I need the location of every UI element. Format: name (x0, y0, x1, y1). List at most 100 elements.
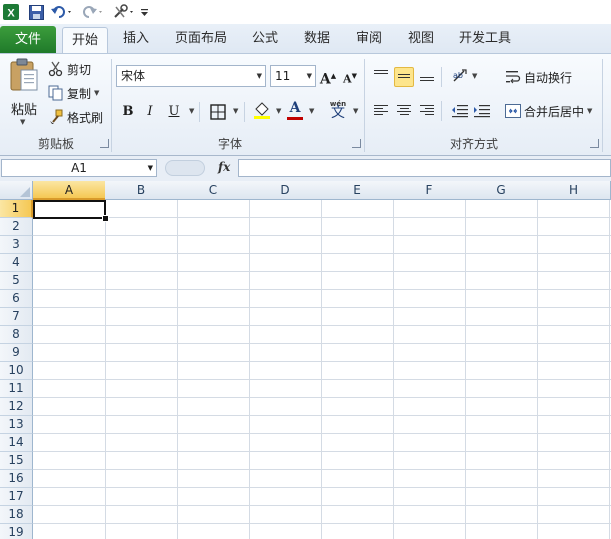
svg-text:ab: ab (453, 71, 463, 80)
orientation-button[interactable]: ab (450, 67, 470, 87)
font-name-combo[interactable]: 宋体 ▼ (116, 65, 266, 87)
row-header-6[interactable]: 6 (0, 290, 33, 308)
borders-button[interactable] (208, 102, 228, 122)
formula-input[interactable] (238, 159, 611, 177)
bold-button[interactable]: B (118, 102, 138, 122)
row-header-8[interactable]: 8 (0, 326, 33, 344)
align-center-button[interactable] (394, 101, 414, 121)
align-left-button[interactable] (371, 101, 391, 121)
italic-button[interactable]: I (140, 102, 160, 122)
save-icon[interactable] (27, 3, 45, 21)
row-header-1[interactable]: 1 (0, 200, 33, 218)
formula-splitter[interactable] (165, 160, 205, 176)
clipboard-launcher-icon[interactable] (100, 139, 109, 148)
row-header-17[interactable]: 17 (0, 488, 33, 506)
copy-dropdown-icon[interactable]: ▼ (94, 89, 99, 97)
column-header-d[interactable]: D (249, 181, 322, 200)
increase-indent-button[interactable] (472, 101, 492, 121)
tab-review[interactable]: 审阅 (348, 24, 390, 53)
gridline-horizontal (33, 343, 611, 344)
column-header-c[interactable]: C (177, 181, 250, 200)
row-header-19[interactable]: 19 (0, 524, 33, 539)
gridline-vertical (609, 200, 610, 539)
align-middle-button[interactable] (394, 67, 414, 87)
merge-center-dropdown-icon[interactable]: ▼ (587, 107, 592, 115)
row-header-15[interactable]: 15 (0, 452, 33, 470)
column-header-e[interactable]: E (321, 181, 394, 200)
row-header-5[interactable]: 5 (0, 272, 33, 290)
column-header-f[interactable]: F (393, 181, 466, 200)
tab-developer[interactable]: 开发工具 (452, 24, 518, 53)
column-header-h[interactable]: H (537, 181, 611, 200)
decrease-indent-button[interactable] (450, 101, 470, 121)
gridline-horizontal (33, 487, 611, 488)
align-divider-2 (441, 101, 442, 121)
row-header-2[interactable]: 2 (0, 218, 33, 236)
tab-home[interactable]: 开始 (62, 27, 108, 53)
tab-data[interactable]: 数据 (296, 24, 338, 53)
gridline-vertical (177, 200, 178, 539)
align-top-button[interactable] (371, 67, 391, 87)
font-divider-2 (244, 102, 245, 122)
phonetic-dropdown-icon[interactable]: ▼ (353, 107, 358, 115)
align-right-button[interactable] (417, 101, 437, 121)
row-header-18[interactable]: 18 (0, 506, 33, 524)
tab-file[interactable]: 文件 (0, 26, 56, 53)
format-painter-button[interactable]: 格式刷 (48, 107, 103, 127)
row-header-13[interactable]: 13 (0, 416, 33, 434)
underline-dropdown-icon[interactable]: ▼ (189, 107, 194, 115)
row-header-4[interactable]: 4 (0, 254, 33, 272)
font-color-dropdown-icon[interactable]: ▼ (309, 107, 314, 115)
worksheet-grid[interactable]: ABCDEFGH 1 2 3 4 5 6 7 8 9 10 11 12 13 14 15 16 17 18 19 (0, 181, 611, 539)
tab-insert[interactable]: 插入 (115, 24, 157, 53)
copy-button[interactable]: 复制 ▼ (48, 83, 99, 103)
row-header-11[interactable]: 11 (0, 380, 33, 398)
redo-icon[interactable] (80, 3, 106, 21)
undo-icon[interactable] (49, 3, 75, 21)
align-bottom-button[interactable] (417, 67, 437, 87)
wrap-text-button[interactable]: 自动换行 (505, 67, 572, 87)
row-header-14[interactable]: 14 (0, 434, 33, 452)
font-launcher-icon[interactable] (352, 139, 361, 148)
grow-font-button[interactable]: A▲ (318, 66, 338, 88)
font-color-icon: A (289, 100, 301, 116)
font-size-dropdown-icon[interactable]: ▼ (307, 66, 312, 86)
tab-page-layout[interactable]: 页面布局 (168, 24, 234, 53)
group-separator (364, 59, 365, 152)
customize-icon[interactable] (139, 3, 151, 21)
tools-icon[interactable] (111, 3, 137, 21)
orientation-dropdown-icon[interactable]: ▼ (472, 72, 477, 80)
select-all-corner[interactable] (0, 181, 33, 200)
alignment-launcher-icon[interactable] (590, 139, 599, 148)
column-header-b[interactable]: B (105, 181, 178, 200)
row-header-7[interactable]: 7 (0, 308, 33, 326)
underline-button[interactable]: U (164, 102, 184, 122)
borders-dropdown-icon[interactable]: ▼ (233, 107, 238, 115)
paste-button[interactable]: 粘贴 ▼ (6, 58, 42, 130)
column-header-a[interactable]: A (33, 181, 106, 200)
active-cell-a1[interactable] (33, 200, 106, 219)
font-size-combo[interactable]: 11 ▼ (270, 65, 316, 87)
fill-color-dropdown-icon[interactable]: ▼ (276, 107, 281, 115)
row-header-10[interactable]: 10 (0, 362, 33, 380)
font-color-button[interactable]: A (285, 100, 305, 120)
column-header-g[interactable]: G (465, 181, 538, 200)
tab-formulas[interactable]: 公式 (244, 24, 286, 53)
row-header-12[interactable]: 12 (0, 398, 33, 416)
cut-button[interactable]: 剪切 (48, 59, 91, 79)
font-name-dropdown-icon[interactable]: ▼ (257, 66, 262, 86)
insert-function-button[interactable]: fx (218, 160, 230, 174)
name-box[interactable]: A1 ▼ (1, 159, 157, 177)
name-box-dropdown-icon[interactable]: ▼ (148, 160, 153, 176)
gridline-horizontal (33, 271, 611, 272)
phonetic-button[interactable]: wén 文 (327, 99, 349, 123)
fill-color-button[interactable] (252, 100, 272, 120)
row-header-9[interactable]: 9 (0, 344, 33, 362)
shrink-font-button[interactable]: A▼ (340, 66, 360, 86)
merge-center-button[interactable]: 合并后居中 ▼ (505, 101, 592, 121)
row-header-3[interactable]: 3 (0, 236, 33, 254)
row-header-16[interactable]: 16 (0, 470, 33, 488)
tab-view[interactable]: 视图 (400, 24, 442, 53)
paste-dropdown-icon[interactable]: ▼ (20, 118, 25, 126)
fill-handle[interactable] (102, 215, 109, 222)
